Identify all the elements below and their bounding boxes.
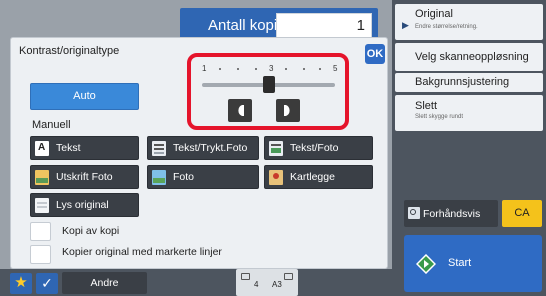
contrast-increase-icon [284,105,290,116]
text-photo-icon [269,141,283,156]
menu-item-original-title: Original [415,8,453,20]
tray-icon [284,273,293,280]
star-icon: ★ [14,274,28,291]
copy-settings-screen: Antall kopier 1 ▶​ Original Endre større… [0,0,546,296]
tray-icon [241,273,250,280]
menu-item-scan-resolution[interactable]: Velg skanneoppløsning [395,43,543,71]
marked-lines-label: Kopier original med markerte linjer [62,246,222,258]
clear-all-button[interactable]: CA [502,200,542,227]
tray-number: 4 [254,280,259,289]
start-button[interactable]: Start [404,235,542,292]
mode-text-printed-photo-button[interactable]: Tekst/Trykt.Foto [147,136,259,160]
tick-label-min: 1 [202,64,207,73]
contrast-increase-button[interactable] [276,99,300,122]
menu-item-background-adjust-title: Bakgrunnsjustering [415,76,510,88]
paper-tray-status: 4 A3 [236,269,298,296]
tick-dot [285,68,287,70]
paper-size: A3 [272,280,282,289]
mode-text-button[interactable]: A Tekst [30,136,139,160]
mode-text-photo-label: Tekst/Foto [290,142,339,154]
preview-button[interactable]: Forhåndsvis [404,200,498,227]
mode-photo-button[interactable]: Foto [147,165,259,189]
marked-lines-checkbox[interactable] [30,245,51,264]
play-arrow-icon: ▶​ [402,20,409,30]
text-printed-photo-icon [152,141,166,156]
mode-light-original-button[interactable]: Lys original [30,193,139,217]
mode-text-label: Tekst [56,142,81,154]
light-original-icon [35,198,49,213]
ok-button[interactable]: OK [365,44,385,64]
tick-label-mid: 3 [269,64,274,73]
checkmark-icon: ✓ [41,275,53,291]
copies-input[interactable]: 1 [276,13,372,38]
tick-dot [319,68,321,70]
tick-dot [237,68,239,70]
contrast-dialog: Kontrast/originaltype OK Auto Manuell 1 … [10,37,388,269]
menu-item-background-adjust[interactable]: Bakgrunnsjustering [395,73,543,92]
copy-of-copy-label: Kopi av kopi [62,225,120,237]
text-document-icon: A [35,141,49,156]
preview-icon [408,207,420,219]
slider-scale: 1 3 5 [199,64,339,76]
menu-item-erase[interactable]: Slett Slett skygge rundt [395,95,543,131]
mode-printed-photo-label: Utskrift Foto [56,171,113,183]
mode-text-photo-button[interactable]: Tekst/Foto [264,136,373,160]
mode-printed-photo-button[interactable]: Utskrift Foto [30,165,139,189]
manual-label: Manuell [32,119,71,131]
mode-light-original-label: Lys original [56,199,109,211]
copy-of-copy-checkbox[interactable] [30,222,51,241]
tick-dot [303,68,305,70]
mode-photo-label: Foto [173,171,195,183]
contrast-slider-thumb[interactable] [262,76,275,93]
tick-label-max: 5 [333,64,338,73]
others-button[interactable]: Andre [62,272,147,294]
favorite-button[interactable]: ★ [10,273,32,294]
start-label: Start [448,257,472,269]
mode-map-label: Kartlegge [290,171,335,183]
menu-item-original-subtitle: Endre størrelse/retning. [415,24,478,30]
check-button[interactable]: ✓ [36,273,58,294]
tick-dot [255,68,257,70]
menu-item-erase-subtitle: Slett skygge rundt [415,114,464,120]
menu-item-erase-title: Slett [415,100,438,112]
contrast-decrease-icon [238,105,244,116]
auto-button[interactable]: Auto [30,83,139,110]
printed-photo-icon [35,170,49,185]
menu-item-original[interactable]: ▶​ Original Endre størrelse/retning. [395,4,543,40]
tick-dot [219,68,221,70]
contrast-decrease-button[interactable] [228,99,252,122]
menu-item-scan-resolution-title: Velg skanneoppløsning [415,51,529,63]
photo-icon [152,170,166,185]
mode-text-printed-photo-label: Tekst/Trykt.Foto [173,142,248,154]
dialog-title: Kontrast/originaltype [19,45,120,57]
bottom-toolbar: ★ ✓ Andre 4 A3 [0,269,392,296]
start-diamond-icon [416,254,436,274]
preview-label: Forhåndsvis [423,208,481,220]
map-icon [269,170,283,185]
copies-value: 1 [356,17,365,34]
mode-map-button[interactable]: Kartlegge [264,165,373,189]
